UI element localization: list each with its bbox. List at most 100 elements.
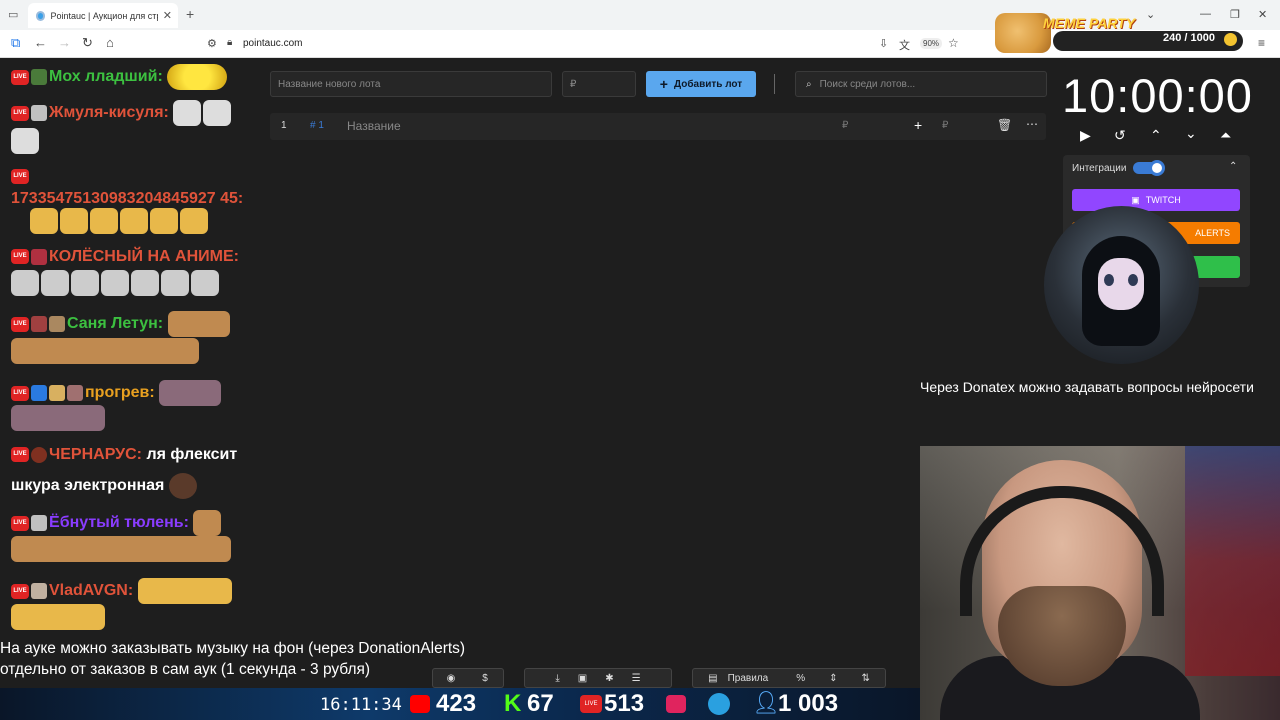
youtube-viewers: 423 [436, 690, 477, 717]
tab-title: Pointauc | Аукцион для стримера [50, 10, 157, 21]
webcam-flag [1185, 446, 1280, 676]
timer-down-icon[interactable]: ⌄ [1185, 125, 1197, 142]
music-order-notice: На ауке можно заказывать музыку на фон (… [0, 638, 465, 680]
user-badge-icon [49, 316, 65, 332]
vtuber-avatar [1044, 206, 1199, 364]
sidebar-toggle-icon[interactable]: ⧉ [11, 35, 20, 51]
price-input[interactable]: ₽ [562, 71, 636, 97]
emote-icon [137, 578, 232, 604]
site-info-icon[interactable]: ⚙ [207, 37, 217, 50]
auction-settings-group: ▤ Правила % ⇕ ⇅ [692, 668, 886, 688]
emote-icon [159, 380, 222, 406]
emote-icon [150, 208, 178, 234]
meme-party-widget: MEME PARTY 240 / 1000 [995, 13, 1245, 53]
back-icon[interactable]: ← [34, 35, 47, 50]
lot-add-amount[interactable]: ₽ [942, 120, 948, 131]
bug-icon[interactable]: ✱ [605, 673, 613, 684]
live-badge-icon: LIVE [11, 515, 29, 531]
emote-icon [180, 208, 208, 234]
tab-close-icon[interactable]: ✕ [163, 9, 172, 22]
chat-message: LIVE ЧЕРНАРУС: ля флексит [11, 446, 237, 464]
user-badge-icon [31, 316, 47, 332]
zoom-level[interactable]: 90% [920, 38, 943, 49]
lot-amount[interactable]: ₽ [842, 120, 848, 131]
plus-icon: + [659, 76, 668, 92]
meme-party-counter: 240 / 1000 [1163, 32, 1215, 44]
chat-message: LIVE Саня Летун: [11, 311, 232, 337]
user-badge-icon [31, 385, 47, 401]
chat-emote-row [11, 536, 233, 566]
integrations-toggle-knob[interactable] [1149, 160, 1165, 176]
kick-viewers: 67 [527, 690, 554, 717]
close-window-icon[interactable]: ✕ [1258, 8, 1267, 21]
avatar-eye-right [1128, 274, 1138, 286]
add-lot-button[interactable]: + Добавить лот [646, 71, 756, 97]
youtube-icon [410, 695, 430, 713]
download-lots-icon[interactable]: ⤓ [555, 673, 559, 684]
lot-name-input[interactable]: Название [347, 119, 401, 133]
lot-index: 1 [281, 120, 287, 131]
emote-icon [71, 270, 99, 296]
collapse-chevron-icon[interactable]: ⌃ [1229, 161, 1237, 172]
emote-icon [90, 208, 118, 234]
emote-icon [60, 208, 88, 234]
emote-icon [168, 473, 197, 499]
chat-username: КОЛЁСНЫЙ НА АНИМЕ: [49, 248, 239, 265]
github-icon[interactable]: ◉ [436, 673, 466, 684]
sort-icon[interactable]: ⇅ [861, 673, 869, 684]
new-lot-input[interactable]: Название нового лота [270, 71, 552, 97]
more-options-icon[interactable]: ⋯ [1026, 117, 1038, 131]
search-lots-input[interactable]: ⌕ Поиск среди лотов... [795, 71, 1047, 97]
add-lot-label: Добавить лот [673, 78, 743, 90]
user-badge-icon [49, 385, 65, 401]
emote-icon [167, 64, 228, 90]
play-icon[interactable]: ▶ [1080, 127, 1091, 144]
chat-message: LIVE VladAVGN: [11, 578, 234, 604]
emote-icon [11, 270, 39, 296]
forward-icon[interactable]: → [58, 35, 71, 50]
chat-message: 17335475130983204845927 45: [11, 188, 261, 210]
telegram-icon [708, 693, 730, 715]
file-actions-group: ⤓ ▣ ✱ ☰ [524, 668, 672, 688]
trash-icon[interactable]: 🗑︎ [997, 118, 1012, 132]
new-tab-icon[interactable]: + [186, 6, 194, 22]
github-links-group: ◉ $ [432, 668, 504, 688]
save-icon[interactable]: ▣ [578, 673, 587, 684]
tab-list-icon[interactable]: ▭ [8, 8, 18, 21]
rutube-icon [666, 695, 686, 713]
translate-icon[interactable]: 文 [899, 37, 910, 53]
chat-emote-row [11, 405, 107, 435]
lot-number: # 1 [310, 120, 324, 131]
menu-icon[interactable]: ≡ [1258, 36, 1265, 50]
address-bar[interactable]: pointauc.com [243, 38, 302, 49]
chat-message: LIVE Жмуля-кисуля: [11, 100, 233, 126]
viewers-person-icon: 👤︎ [752, 690, 780, 715]
split-icon[interactable]: ⇕ [829, 673, 837, 684]
reload-icon[interactable]: ↻ [82, 35, 93, 51]
user-badge-icon [31, 515, 47, 531]
timer-up-icon[interactable]: ⌃ [1150, 127, 1162, 144]
lot-add-icon[interactable]: + [914, 117, 922, 133]
browser-tab[interactable]: Pointauc | Аукцион для стримера ✕ [28, 3, 178, 28]
search-placeholder: Поиск среди лотов... [819, 78, 916, 90]
reset-timer-icon[interactable]: ↺ [1114, 127, 1126, 144]
percent-button[interactable]: % [796, 673, 805, 684]
vk-viewers: 513 [604, 690, 645, 717]
twitch-integration-button[interactable]: ▣ TWITCH [1072, 189, 1240, 211]
chat-username: прогрев: [85, 384, 155, 402]
emote-icon [11, 536, 231, 562]
live-badge-icon: LIVE [11, 105, 29, 121]
user-badge-icon [31, 583, 47, 599]
clear-list-icon[interactable]: ☰ [632, 673, 641, 684]
donate-icon[interactable]: $ [470, 673, 500, 684]
emote-icon [120, 208, 148, 234]
chat-username: Мох лладший: [49, 68, 163, 86]
timer-double-up-icon[interactable]: ⏶ [1220, 127, 1231, 144]
live-badge-icon: LIVE [11, 69, 29, 85]
home-icon[interactable]: ⌂ [106, 35, 114, 50]
download-icon[interactable]: ⇩ [879, 37, 888, 50]
rules-button[interactable]: Правила [728, 673, 769, 684]
bookmark-star-icon[interactable]: ☆ [948, 36, 959, 50]
total-viewers: 1 003 [778, 690, 839, 717]
donatex-notice: Через Donatex можно задавать вопросы ней… [920, 379, 1254, 395]
